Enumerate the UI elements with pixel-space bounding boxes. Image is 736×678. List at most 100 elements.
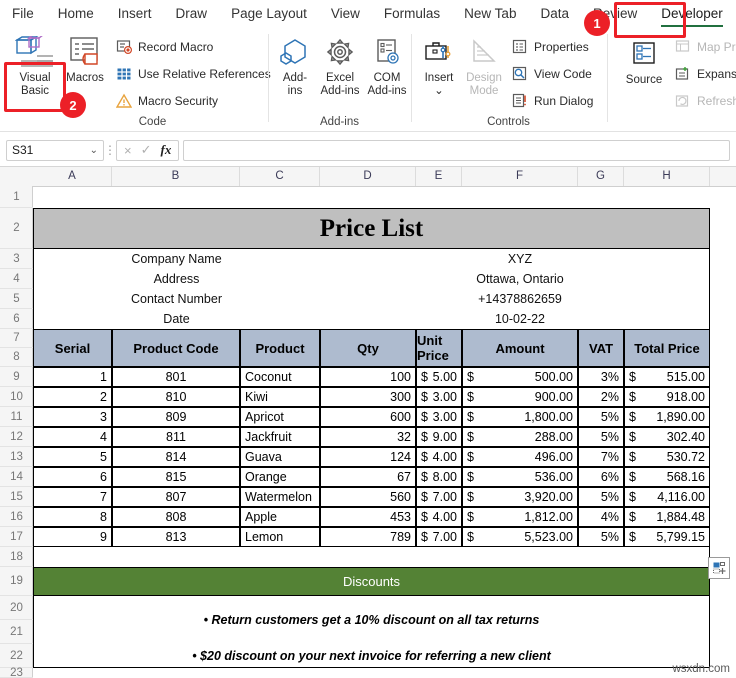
row-header-4[interactable]: 4: [0, 269, 33, 289]
cell-r13-unit[interactable]: $4.00: [416, 447, 462, 467]
row-header-6[interactable]: 6: [0, 309, 33, 329]
row-header-21[interactable]: 21: [0, 620, 33, 644]
cell-r11-code[interactable]: 809: [112, 407, 240, 427]
tab-home[interactable]: Home: [47, 2, 105, 26]
cell-r16-product[interactable]: Apple: [240, 507, 320, 527]
row-header-7[interactable]: 7: [0, 329, 33, 348]
cell-r10-serial[interactable]: 2: [33, 387, 112, 407]
cell-r10-vat[interactable]: 2%: [578, 387, 624, 407]
cell-r9-code[interactable]: 801: [112, 367, 240, 387]
cell-r17-code[interactable]: 813: [112, 527, 240, 547]
cell-r12-qty[interactable]: 32: [320, 427, 416, 447]
row-header-16[interactable]: 16: [0, 507, 33, 527]
cell-r13-amount[interactable]: $496.00: [462, 447, 578, 467]
cell-r11-serial[interactable]: 3: [33, 407, 112, 427]
cell-r9-total[interactable]: $515.00: [624, 367, 710, 387]
row-header-5[interactable]: 5: [0, 289, 33, 309]
row-header-19[interactable]: 19: [0, 567, 33, 596]
table-header-unit-price[interactable]: Unit Price: [416, 329, 462, 367]
run-dialog-button[interactable]: Run Dialog: [511, 92, 593, 109]
cell-r12-total[interactable]: $302.40: [624, 427, 710, 447]
use-relative-references-button[interactable]: Use Relative References: [115, 65, 271, 82]
tab-new-tab-1[interactable]: New Tab: [453, 2, 527, 26]
cell-r10-total[interactable]: $918.00: [624, 387, 710, 407]
cell-r10-product[interactable]: Kiwi: [240, 387, 320, 407]
cell-r11-qty[interactable]: 600: [320, 407, 416, 427]
cell-r17-total[interactable]: $5,799.15: [624, 527, 710, 547]
cell-r11-amount[interactable]: $1,800.00: [462, 407, 578, 427]
cancel-entry-icon[interactable]: ×: [124, 143, 132, 158]
tab-page-layout[interactable]: Page Layout: [220, 2, 318, 26]
cell-r14-unit[interactable]: $8.00: [416, 467, 462, 487]
cell-r15-product[interactable]: Watermelon: [240, 487, 320, 507]
insert-control-chevron-down-icon[interactable]: ⌄: [416, 85, 462, 98]
cell-r10-amount[interactable]: $900.00: [462, 387, 578, 407]
cell-r14-code[interactable]: 815: [112, 467, 240, 487]
table-header-amount[interactable]: Amount: [462, 329, 578, 367]
cell-r14-qty[interactable]: 67: [320, 467, 416, 487]
cell-r13-serial[interactable]: 5: [33, 447, 112, 467]
cell-r10-code[interactable]: 810: [112, 387, 240, 407]
tab-draw[interactable]: Draw: [165, 2, 219, 26]
row-header-18[interactable]: 18: [0, 547, 33, 567]
column-header-i[interactable]: [710, 167, 736, 186]
cell-discounts-title[interactable]: Discounts: [33, 567, 710, 596]
tab-insert[interactable]: Insert: [107, 2, 163, 26]
row-header-22[interactable]: 22: [0, 644, 33, 668]
macro-security-button[interactable]: Macro Security: [115, 92, 218, 109]
cell-r16-vat[interactable]: 4%: [578, 507, 624, 527]
cell-info-value-company-name[interactable]: XYZ: [416, 249, 624, 269]
formula-input[interactable]: [183, 139, 730, 161]
formula-bar-handle[interactable]: ⋮: [104, 143, 116, 157]
table-header-qty[interactable]: Qty: [320, 329, 416, 367]
quick-analysis-button[interactable]: [708, 557, 730, 579]
cell-info-label-date[interactable]: Date: [33, 309, 320, 329]
cell-r12-code[interactable]: 811: [112, 427, 240, 447]
cell-r15-vat[interactable]: 5%: [578, 487, 624, 507]
row-header-2[interactable]: 2: [0, 208, 33, 249]
cell-info-value-contact-number[interactable]: +14378862659: [416, 289, 624, 309]
row-header-8[interactable]: 8: [0, 348, 33, 367]
cell-r14-serial[interactable]: 6: [33, 467, 112, 487]
row-header-10[interactable]: 10: [0, 387, 33, 407]
cell-r14-product[interactable]: Orange: [240, 467, 320, 487]
cell-r13-product[interactable]: Guava: [240, 447, 320, 467]
cell-r17-qty[interactable]: 789: [320, 527, 416, 547]
cell-r10-unit[interactable]: $3.00: [416, 387, 462, 407]
tab-file[interactable]: File: [1, 2, 45, 26]
cell-info-label-address[interactable]: Address: [33, 269, 320, 289]
cell-r13-total[interactable]: $530.72: [624, 447, 710, 467]
row-header-3[interactable]: 3: [0, 249, 33, 269]
addins-button[interactable]: Add- ins: [272, 34, 318, 98]
insert-control-button[interactable]: Insert ⌄: [416, 34, 462, 98]
cell-r13-qty[interactable]: 124: [320, 447, 416, 467]
cell-r15-code[interactable]: 807: [112, 487, 240, 507]
cell-r15-amount[interactable]: $3,920.00: [462, 487, 578, 507]
cell-r9-serial[interactable]: 1: [33, 367, 112, 387]
com-addins-button[interactable]: COM Add-ins: [363, 34, 411, 98]
cell-r9-unit[interactable]: $5.00: [416, 367, 462, 387]
row-header-12[interactable]: 12: [0, 427, 33, 447]
cell-r17-unit[interactable]: $7.00: [416, 527, 462, 547]
cell-r10-qty[interactable]: 300: [320, 387, 416, 407]
row-header-9[interactable]: 9: [0, 367, 33, 387]
cell-title-price-list[interactable]: Price List: [33, 208, 710, 249]
expansion-packs-button[interactable]: Expansi: [674, 65, 736, 82]
view-code-button[interactable]: View Code: [511, 65, 592, 82]
insert-function-icon[interactable]: fx: [161, 142, 172, 158]
cell-r15-qty[interactable]: 560: [320, 487, 416, 507]
cell-info-label-contact-number[interactable]: Contact Number: [33, 289, 320, 309]
cell-info-value-address[interactable]: Ottawa, Ontario: [416, 269, 624, 289]
cell-r13-code[interactable]: 814: [112, 447, 240, 467]
cell-r9-qty[interactable]: 100: [320, 367, 416, 387]
cell-r16-serial[interactable]: 8: [33, 507, 112, 527]
row-header-23[interactable]: 23: [0, 667, 33, 678]
column-header-g[interactable]: G: [578, 167, 624, 186]
column-header-b[interactable]: B: [112, 167, 240, 186]
cell-discount-line-1[interactable]: • Return customers get a 10% discount on…: [33, 596, 710, 644]
cell-r17-vat[interactable]: 5%: [578, 527, 624, 547]
cell-info-value-date[interactable]: 10-02-22: [416, 309, 624, 329]
cell-r11-product[interactable]: Apricot: [240, 407, 320, 427]
cell-info-label-company-name[interactable]: Company Name: [33, 249, 320, 269]
excel-addins-button[interactable]: Excel Add-ins: [316, 34, 364, 98]
